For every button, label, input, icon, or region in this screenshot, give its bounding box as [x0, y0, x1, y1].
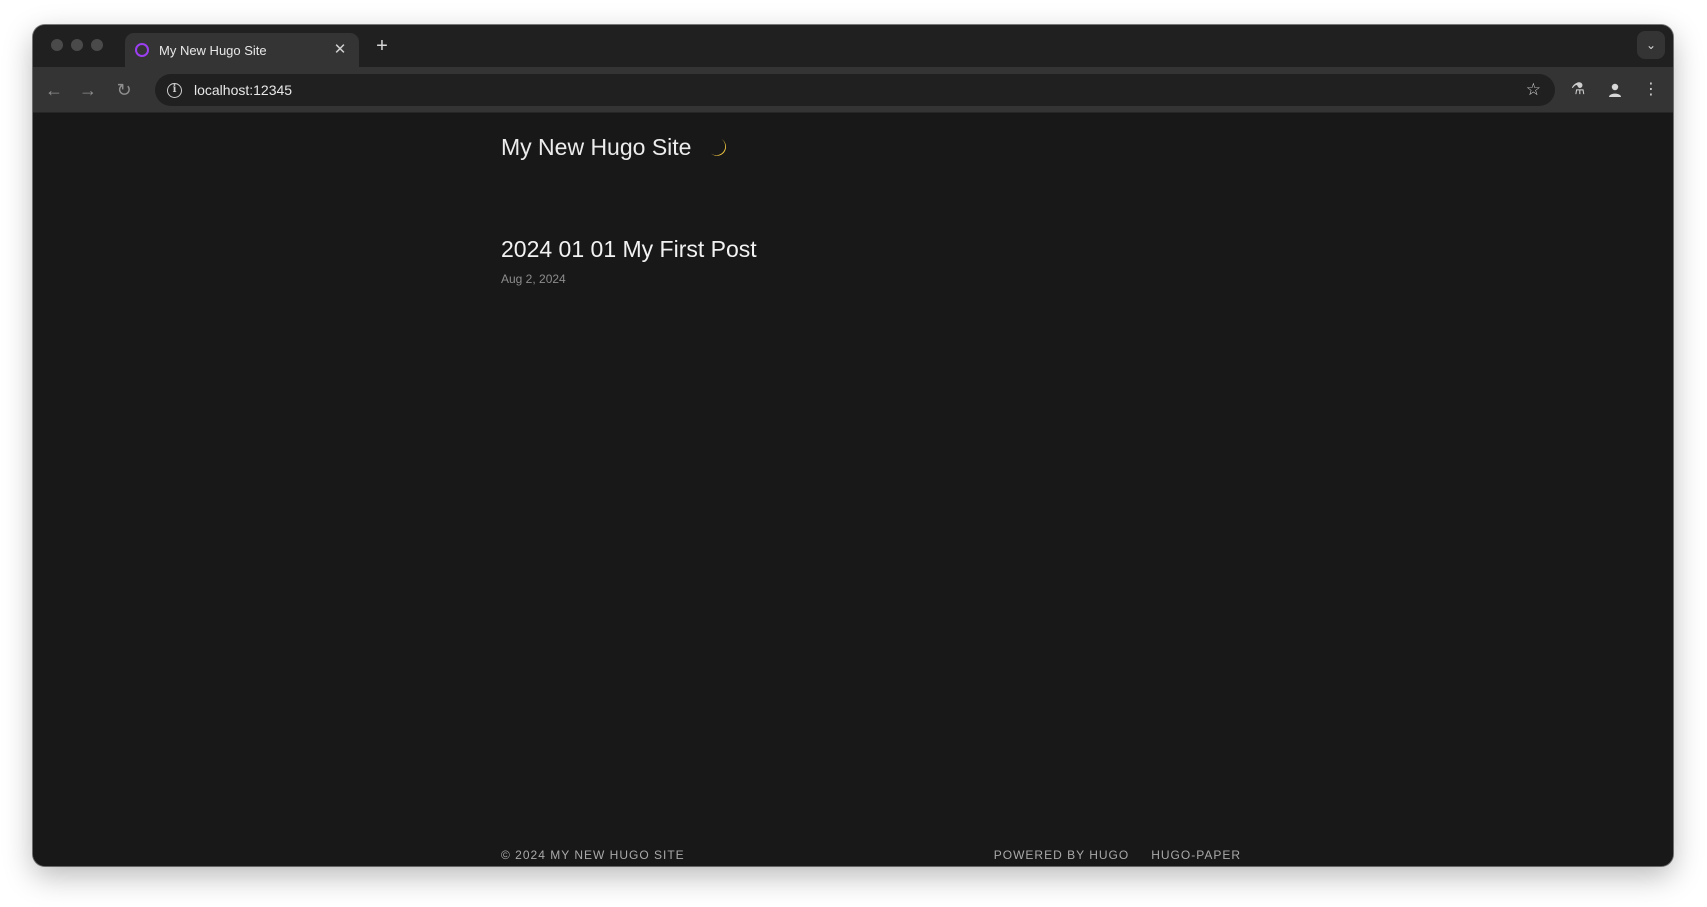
labs-flask-icon[interactable]: ⚗ — [1566, 78, 1590, 102]
tab-search-chevron-icon[interactable]: ⌄ — [1637, 31, 1665, 59]
tab-strip: My New Hugo Site ✕ + ⌄ — [33, 25, 1673, 67]
browser-window: My New Hugo Site ✕ + ⌄ ← → ↻ i localhost… — [33, 25, 1673, 866]
site-favicon-icon — [135, 43, 149, 57]
hugo-paper-link[interactable]: HUGO-PAPER — [1151, 848, 1241, 862]
address-bar[interactable]: i localhost:12345 ☆ — [155, 74, 1555, 106]
post-date: Aug 2, 2024 — [501, 272, 566, 286]
forward-arrow-icon[interactable]: → — [76, 78, 100, 102]
reload-icon[interactable]: ↻ — [112, 78, 136, 102]
browser-toolbar: ← → ↻ i localhost:12345 ☆ ⚗ ⋮ — [33, 67, 1673, 113]
moon-icon[interactable] — [707, 136, 731, 160]
page-content: My New Hugo Site 2024 01 01 My First Pos… — [33, 114, 1673, 866]
powered-by-hugo-link[interactable]: POWERED BY HUGO — [994, 848, 1129, 862]
maximize-window-button[interactable] — [91, 39, 103, 51]
window-controls — [51, 39, 103, 51]
new-tab-button[interactable]: + — [369, 33, 395, 59]
site-footer: © 2024 MY NEW HUGO SITE POWERED BY HUGO … — [501, 848, 1241, 862]
footer-links: POWERED BY HUGO HUGO-PAPER — [994, 848, 1241, 862]
post-title-link[interactable]: 2024 01 01 My First Post — [501, 236, 757, 263]
site-info-icon[interactable]: i — [167, 82, 182, 98]
tab-close-icon[interactable]: ✕ — [331, 41, 349, 59]
bookmark-star-icon[interactable]: ☆ — [1526, 80, 1541, 100]
site-title-link[interactable]: My New Hugo Site — [501, 134, 691, 161]
tab-title: My New Hugo Site — [159, 42, 267, 58]
post-list-item: 2024 01 01 My First Post Aug 2, 2024 — [501, 236, 757, 286]
profile-icon[interactable] — [1603, 78, 1627, 102]
close-window-button[interactable] — [51, 39, 63, 51]
site-header: My New Hugo Site — [501, 134, 731, 161]
back-arrow-icon[interactable]: ← — [42, 78, 66, 102]
address-url[interactable]: localhost:12345 — [194, 82, 1526, 98]
menu-kebab-icon[interactable]: ⋮ — [1639, 78, 1663, 102]
minimize-window-button[interactable] — [71, 39, 83, 51]
footer-copyright: © 2024 MY NEW HUGO SITE — [501, 848, 685, 862]
tab-active[interactable]: My New Hugo Site ✕ — [125, 33, 359, 67]
